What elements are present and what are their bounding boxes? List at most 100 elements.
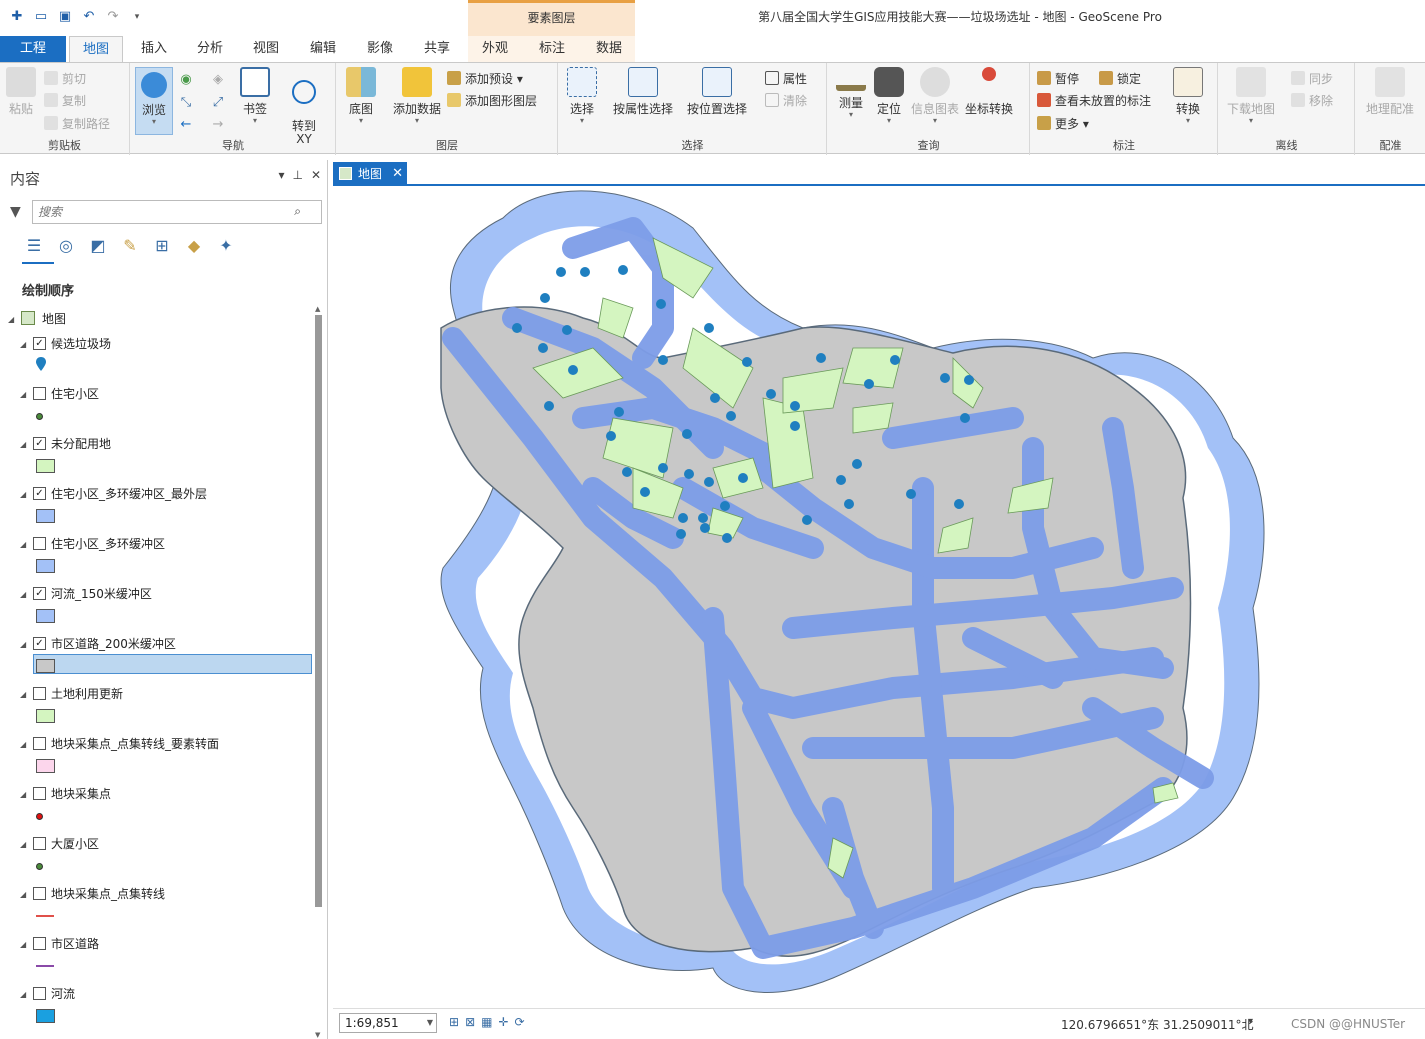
goto-xy-button[interactable]: 转到 XY	[283, 67, 325, 146]
zoom-out-fixed-icon[interactable]: ⤢	[209, 94, 227, 112]
snapping-view-icon[interactable]: ⊞	[150, 234, 174, 258]
back-icon[interactable]: ←	[177, 116, 195, 134]
close-tab-icon[interactable]: ✕	[392, 162, 403, 186]
customize-qat-icon[interactable]: ▾	[128, 8, 146, 26]
attributes-button[interactable]: 属性	[765, 69, 807, 89]
copy-path-button[interactable]: 复制路径	[44, 114, 110, 134]
tab-map[interactable]: 地图	[69, 36, 123, 63]
selected-symbol-row[interactable]	[33, 654, 312, 674]
scroll-down-icon[interactable]: ▼	[315, 1031, 320, 1039]
map-canvas[interactable]	[333, 188, 1425, 1008]
add-preset-button[interactable]: 添加预设 ▾	[447, 69, 523, 89]
coordinate-conversion-button[interactable]: 坐标转换	[962, 67, 1016, 117]
tab-imagery[interactable]: 影像	[360, 36, 400, 62]
polygon-symbol-swatch[interactable]	[36, 559, 55, 573]
layer-row[interactable]: ◢ ✓ 未分配用地	[0, 435, 312, 485]
layer-row[interactable]: ◢ 河流	[0, 985, 312, 1035]
layer-row[interactable]: ◢ 住宅小区	[0, 385, 312, 435]
search-input[interactable]	[33, 201, 283, 223]
layer-visibility-checkbox[interactable]	[33, 837, 46, 850]
layer-visibility-checkbox[interactable]: ✓	[33, 637, 46, 650]
point-symbol-swatch[interactable]	[36, 813, 43, 820]
explore-button[interactable]: 浏览 ▾	[135, 67, 173, 135]
map-node[interactable]: ◢ 地图	[0, 310, 312, 330]
map-display[interactable]	[333, 188, 1425, 1008]
map-view-tab[interactable]: 地图 ✕	[333, 162, 407, 186]
layer-visibility-checkbox[interactable]	[33, 937, 46, 950]
select-button[interactable]: 选择 ▾	[565, 67, 599, 125]
georeference-button[interactable]: 地理配准	[1360, 67, 1420, 117]
layer-visibility-checkbox[interactable]: ✓	[33, 587, 46, 600]
expand-arrow-icon[interactable]: ◢	[20, 790, 26, 799]
layer-row[interactable]: ◢ 地块采集点_点集转线	[0, 885, 312, 935]
paste-button[interactable]: 粘贴	[6, 67, 36, 117]
polygon-symbol-swatch[interactable]	[36, 709, 55, 723]
extent-indicator-icon[interactable]: ⊠	[465, 1015, 475, 1029]
remove-offline-button[interactable]: 移除	[1291, 91, 1333, 111]
lock-labels-button[interactable]: 锁定	[1099, 69, 1141, 89]
contents-scrollbar[interactable]: ▲ ▼	[314, 305, 323, 1039]
polygon-symbol-swatch[interactable]	[36, 459, 55, 473]
measure-button[interactable]: 测量 ▾	[834, 67, 868, 119]
layer-row[interactable]: ◢ 地块采集点	[0, 785, 312, 835]
pane-options-icon[interactable]: ▾	[278, 168, 284, 182]
data-source-icon[interactable]: ◎	[54, 234, 78, 258]
tab-analysis[interactable]: 分析	[190, 36, 230, 62]
new-project-icon[interactable]: ✚	[8, 8, 26, 26]
layer-row[interactable]: ◢ 住宅小区_多环缓冲区	[0, 535, 312, 585]
forward-icon[interactable]: →	[209, 116, 227, 134]
coordinate-format-dropdown[interactable]: ▾	[1248, 1016, 1253, 1027]
pause-labeling-button[interactable]: 暂停	[1037, 69, 1079, 89]
layer-visibility-checkbox[interactable]	[33, 387, 46, 400]
expand-arrow-icon[interactable]: ◢	[20, 340, 26, 349]
open-folder-icon[interactable]: ▭	[32, 8, 50, 26]
layer-visibility-checkbox[interactable]	[33, 737, 46, 750]
polygon-symbol-swatch[interactable]	[36, 659, 55, 673]
polygon-symbol-swatch[interactable]	[36, 1009, 55, 1023]
view-unplaced-button[interactable]: 查看未放置的标注	[1037, 91, 1151, 111]
expand-arrow-icon[interactable]: ◢	[20, 640, 26, 649]
expand-arrow-icon[interactable]: ◢	[20, 740, 26, 749]
tab-view[interactable]: 视图	[246, 36, 286, 62]
expand-arrow-icon[interactable]: ◢	[20, 840, 26, 849]
add-map-view-icon[interactable]: ⊞	[449, 1015, 459, 1029]
pin-icon[interactable]: ⊥	[292, 168, 302, 182]
layer-row[interactable]: ◢ 市区道路	[0, 935, 312, 985]
undo-icon[interactable]: ↶	[80, 8, 98, 26]
layer-row[interactable]: ◢ 地块采集点_点集转线_要素转面	[0, 735, 312, 785]
expand-arrow-icon[interactable]: ◢	[20, 490, 26, 499]
polygon-symbol-swatch[interactable]	[36, 759, 55, 773]
layer-visibility-checkbox[interactable]	[33, 687, 46, 700]
expand-arrow-icon[interactable]: ◢	[20, 990, 26, 999]
add-graphics-layer-button[interactable]: 添加图形图层	[447, 91, 537, 111]
expand-arrow-icon[interactable]: ◢	[20, 540, 26, 549]
expand-arrow-icon[interactable]: ◢	[20, 590, 26, 599]
convert-labels-button[interactable]: 转换 ▾	[1173, 67, 1203, 125]
basemap-button[interactable]: 底图 ▾	[343, 67, 379, 125]
locate-button[interactable]: 定位 ▾	[874, 67, 904, 125]
expand-arrow-icon[interactable]: ◢	[20, 940, 26, 949]
tab-data[interactable]: 数据	[589, 36, 629, 62]
layer-visibility-checkbox[interactable]: ✓	[33, 487, 46, 500]
layer-visibility-checkbox[interactable]: ✓	[33, 437, 46, 450]
polygon-symbol-swatch[interactable]	[36, 609, 55, 623]
filter-icon[interactable]: ▼	[10, 204, 24, 220]
search-icon[interactable]: ⌕	[294, 204, 301, 219]
sync-button[interactable]: 同步	[1291, 69, 1333, 89]
scale-selector[interactable]: 1:69,851 ▼	[339, 1013, 437, 1033]
redo-icon[interactable]: ↷	[104, 8, 122, 26]
expand-arrow-icon[interactable]: ◢	[20, 440, 26, 449]
expand-arrow-icon[interactable]: ◢	[20, 390, 26, 399]
polygon-symbol-swatch[interactable]	[36, 509, 55, 523]
tab-labeling[interactable]: 标注	[532, 36, 572, 62]
chevron-down-icon[interactable]: ▼	[427, 1014, 433, 1032]
download-map-button[interactable]: 下载地图 ▾	[1225, 67, 1277, 125]
clear-selection-button[interactable]: 清除	[765, 91, 807, 111]
previous-extent-icon[interactable]: ◈	[209, 71, 227, 89]
editing-view-icon[interactable]: ✎	[118, 234, 142, 258]
copy-button[interactable]: 复制	[44, 91, 86, 111]
tab-project[interactable]: 工程	[0, 36, 66, 62]
map-pin-icon[interactable]	[36, 357, 46, 371]
grid-icon[interactable]: ▦	[481, 1015, 492, 1029]
save-icon[interactable]: ▣	[56, 8, 74, 26]
